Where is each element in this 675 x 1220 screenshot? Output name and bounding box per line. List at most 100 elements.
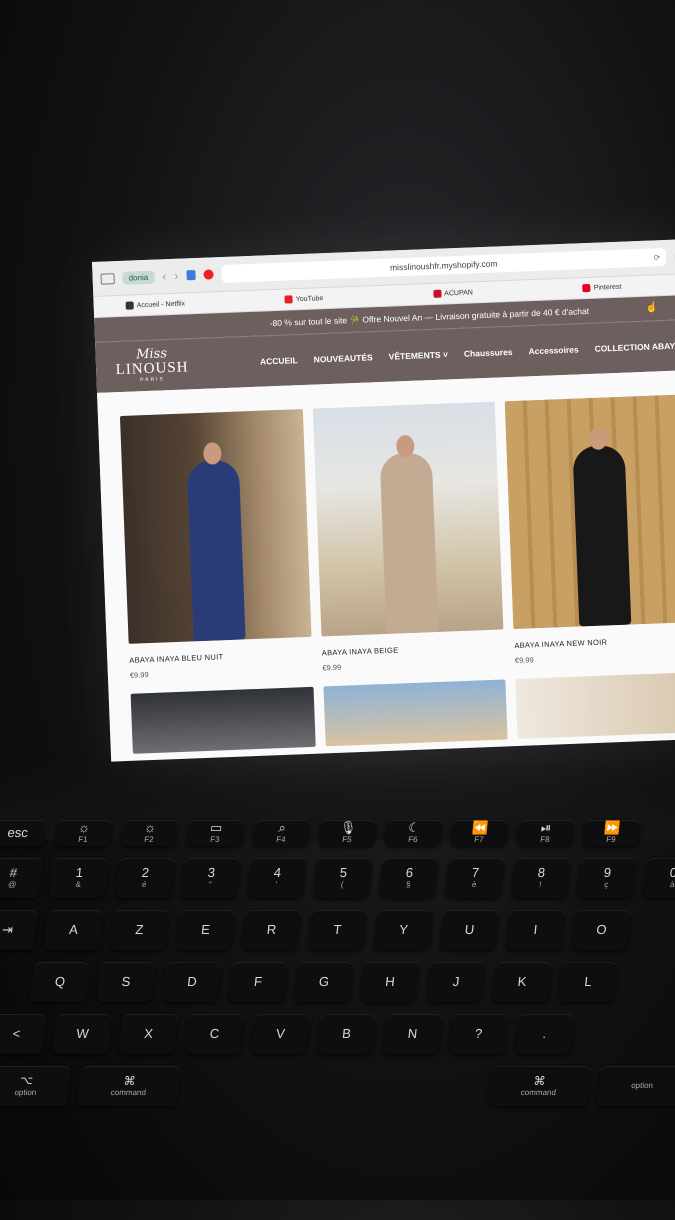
keyboard-key[interactable]: W — [52, 1014, 113, 1054]
bookmark-item[interactable]: Pinterest — [582, 283, 622, 293]
keyboard-key[interactable]: 6 § — [378, 858, 440, 898]
back-arrow-icon[interactable]: ‹ — [162, 269, 167, 283]
key-label: ⌘ — [532, 1074, 547, 1088]
keyboard-key[interactable]: A — [43, 910, 104, 950]
sidebar-toggle-icon[interactable] — [100, 272, 115, 285]
bookmark-item[interactable]: Accueil - Netflix — [125, 299, 185, 310]
keyboard-key[interactable]: K — [491, 962, 553, 1002]
docs-favicon-icon[interactable] — [185, 270, 196, 281]
keyboard-key[interactable]: option — [596, 1066, 675, 1106]
reload-icon[interactable]: ⟳ — [653, 253, 660, 262]
keyboard-key[interactable]: ⏯ F8 — [516, 820, 576, 846]
key-label: 7 — [471, 865, 480, 880]
keyboard-key[interactable]: ⌘ command — [76, 1066, 182, 1106]
keyboard-key[interactable]: L — [557, 962, 619, 1002]
keyboard-key[interactable]: ▭ F3 — [186, 820, 246, 846]
keyboard-key[interactable]: H — [359, 962, 421, 1002]
top-letter-row: ⇥ A Z E R T Y U I O — [0, 910, 675, 950]
keyboard-key[interactable]: ⏩ F9 — [582, 820, 642, 846]
keyboard-key[interactable]: ⏪ F7 — [450, 820, 510, 846]
product-card[interactable]: ABAYA INAYA BEIGE €9.99 — [312, 401, 505, 672]
keyboard-key[interactable]: E — [175, 910, 236, 950]
product-name[interactable]: ABAYA INAYA BEIGE — [322, 641, 505, 658]
nav-accueil[interactable]: ACCUEIL — [260, 355, 298, 366]
keyboard-key[interactable]: esc — [0, 820, 48, 846]
keyboard-key[interactable]: ☼ F2 — [120, 820, 180, 846]
keyboard-key[interactable]: # @ — [0, 858, 44, 898]
keyboard-key[interactable]: Y — [373, 910, 434, 950]
key-label: Q — [54, 974, 66, 989]
keyboard-key[interactable]: ⌘ command — [486, 1066, 592, 1106]
key-label: X — [143, 1026, 154, 1041]
product-image[interactable] — [515, 672, 675, 740]
keyboard-key[interactable]: V — [250, 1014, 311, 1054]
keyboard-key[interactable]: O — [571, 910, 632, 950]
keyboard-key[interactable]: R — [241, 910, 302, 950]
keyboard-key[interactable]: 7è — [444, 858, 506, 898]
keyboard-key[interactable]: ☼ F1 — [54, 820, 114, 846]
hand-cursor-icon: ☝ — [645, 302, 659, 314]
keyboard-key[interactable]: 1 & — [48, 858, 110, 898]
keyboard-key[interactable]: S — [95, 962, 157, 1002]
product-image[interactable] — [130, 686, 316, 754]
nav-nouveautes[interactable]: NOUVEAUTÉS — [313, 352, 372, 364]
keyboard-key[interactable]: ⌥ option — [0, 1066, 72, 1106]
nav-collection-abaya[interactable]: COLLECTION ABAYA — [594, 340, 675, 353]
bookmark-favicon-icon — [125, 301, 134, 310]
profile-chip[interactable]: donia — [122, 270, 155, 285]
key-label: ☼ — [77, 820, 91, 835]
keyboard-key[interactable]: J — [425, 962, 487, 1002]
keyboard-key[interactable]: I — [505, 910, 566, 950]
product-name[interactable]: ABAYA INAYA BLEU NUIT — [129, 649, 312, 665]
bookmark-item[interactable]: ACUPAN — [433, 288, 473, 298]
product-card[interactable]: ABAYA INAYA BLEU NUIT €9.99 — [119, 409, 313, 680]
site-logo[interactable]: Miss LINOUSH PARIS — [115, 346, 188, 384]
product-image[interactable] — [312, 401, 504, 637]
keyboard-key[interactable]: ? — [448, 1014, 509, 1054]
laptop-screen: donia ‹ › misslinoushfr.myshopify.com ⟳ … — [92, 238, 675, 762]
keyboard-key[interactable]: 4 ' — [246, 858, 308, 898]
keyboard-key[interactable]: B — [316, 1014, 377, 1054]
keyboard-key[interactable]: 2é — [114, 858, 176, 898]
keyboard-key[interactable]: 9ç — [576, 858, 638, 898]
keyboard-key[interactable]: < — [0, 1014, 47, 1054]
key-label: O — [595, 922, 608, 937]
keyboard-key[interactable]: 5( — [312, 858, 374, 898]
key-label: J — [452, 974, 461, 989]
keyboard-key[interactable]: Z — [109, 910, 170, 950]
keyboard-key[interactable]: . — [514, 1014, 575, 1054]
keyboard-key[interactable]: U — [439, 910, 500, 950]
keyboard-key[interactable]: 3 " — [180, 858, 242, 898]
bookmark-item[interactable]: YouTube — [284, 294, 324, 304]
keyboard-key[interactable]: Q — [29, 962, 91, 1002]
key-label: 0 — [669, 865, 675, 880]
nav-accessoires[interactable]: Accessoires — [528, 344, 578, 356]
keyboard-key[interactable]: ⇥ — [0, 910, 38, 950]
product-name[interactable]: ABAYA INAYA NEW NOIR — [514, 634, 675, 651]
home-letter-row: Q SDFGH J KL — [29, 962, 675, 1002]
key-sublabel: § — [405, 880, 411, 889]
nav-chaussures[interactable]: Chaussures — [464, 347, 513, 359]
keyboard-key[interactable]: F — [227, 962, 289, 1002]
forward-arrow-icon[interactable]: › — [174, 269, 179, 283]
keyboard-key[interactable]: 0à — [642, 858, 675, 898]
keyboard-key[interactable]: X — [118, 1014, 179, 1054]
key-sublabel: é — [141, 880, 147, 889]
product-card[interactable]: ABAYA INAYA NEW NOIR €9.99 — [504, 394, 675, 665]
key-label: # — [9, 865, 18, 880]
product-image[interactable] — [119, 409, 312, 644]
keyboard-key[interactable]: T — [307, 910, 368, 950]
product-image[interactable] — [323, 679, 508, 747]
keyboard-key[interactable]: C — [184, 1014, 245, 1054]
keyboard-key[interactable]: D — [161, 962, 223, 1002]
keyboard-key[interactable]: ☾ F6 — [384, 820, 444, 846]
key-sublabel: & — [75, 880, 82, 889]
keyboard-key[interactable]: 8! — [510, 858, 572, 898]
keyboard-key[interactable]: ⌕ F4 — [252, 820, 312, 846]
pinterest-favicon-icon[interactable] — [202, 269, 214, 280]
keyboard-key[interactable]: 🎙 F5 — [318, 820, 378, 846]
keyboard-key[interactable]: N — [382, 1014, 443, 1054]
nav-vetements[interactable]: VÊTEMENTS ˅ — [388, 349, 448, 361]
product-image[interactable] — [504, 394, 675, 630]
keyboard-key[interactable]: G — [293, 962, 355, 1002]
